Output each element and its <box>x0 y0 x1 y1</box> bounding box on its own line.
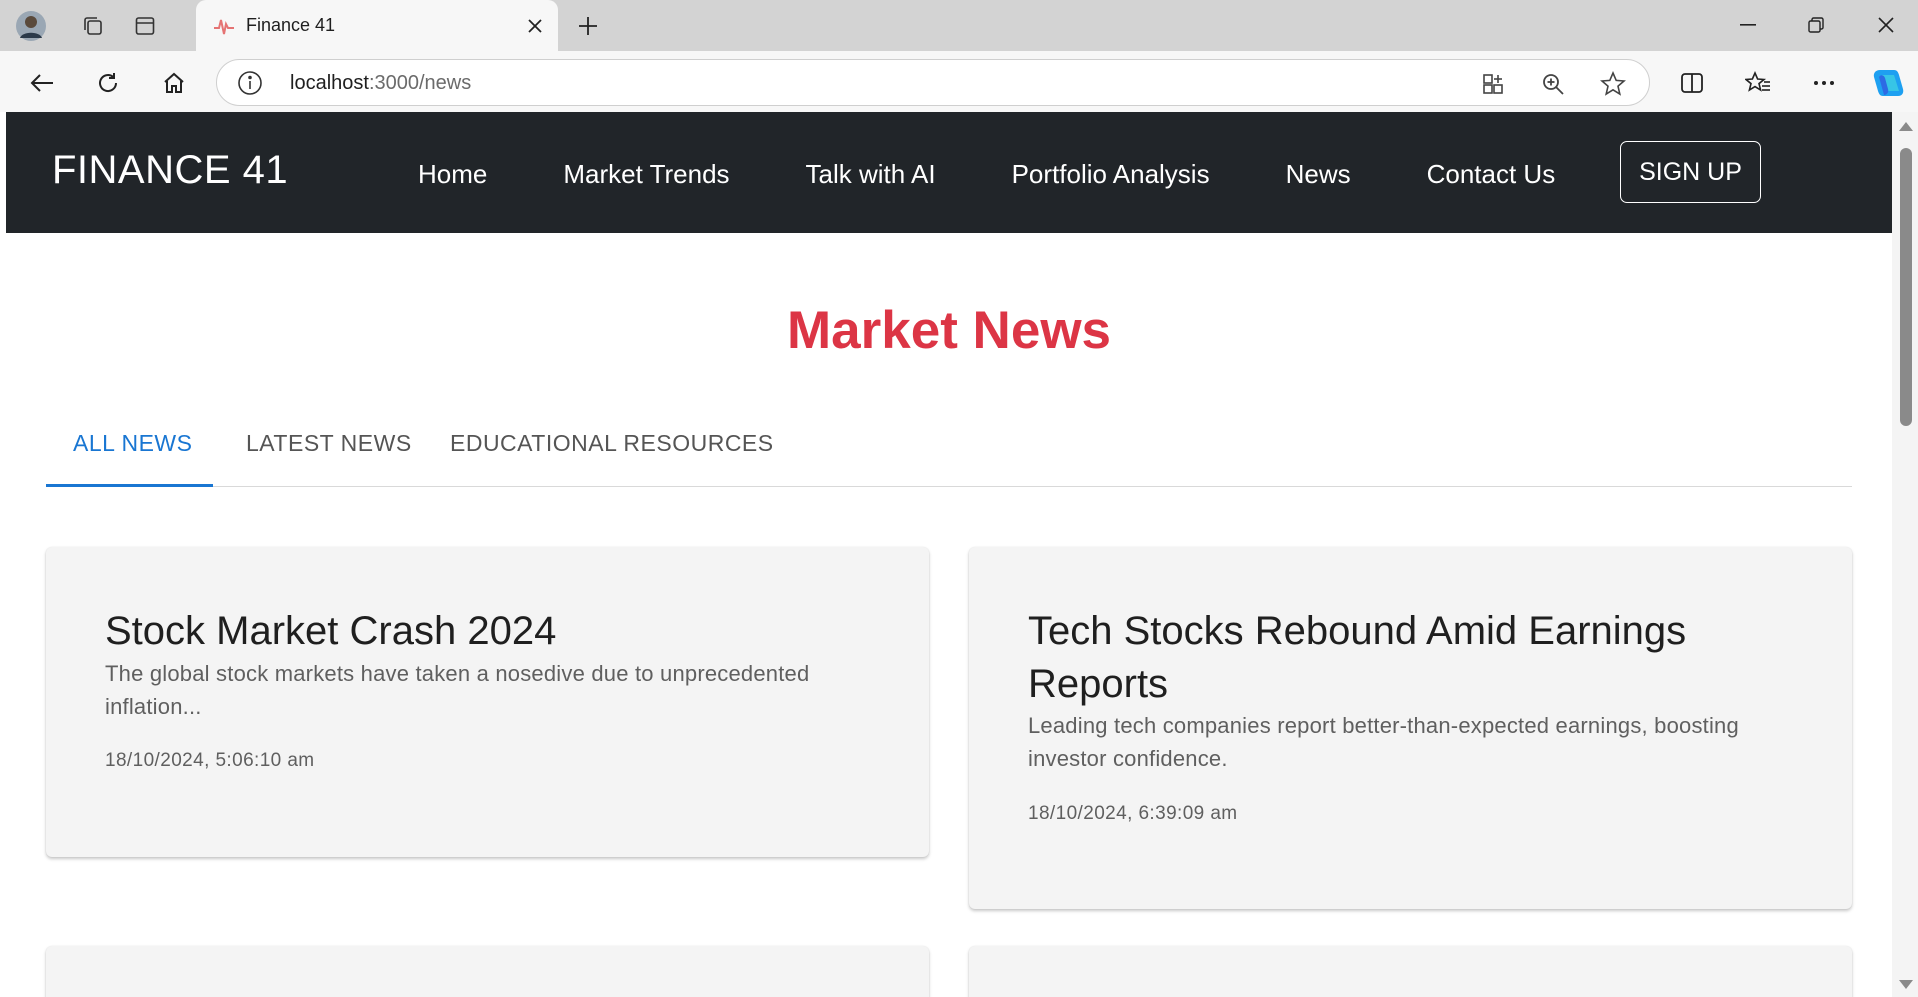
address-bar[interactable]: localhost:3000/news <box>216 59 1650 106</box>
url-host: localhost <box>290 72 369 94</box>
split-screen-icon[interactable] <box>1672 63 1712 103</box>
nav-news[interactable]: News <box>1286 159 1351 190</box>
news-card[interactable]: Stock Market Crash 2024 The global stock… <box>46 547 929 857</box>
tab-actions-icon[interactable] <box>128 9 162 43</box>
news-card-partial[interactable] <box>46 946 929 997</box>
tab-all-news[interactable]: ALL NEWS <box>73 430 192 457</box>
tab-title: Finance 41 <box>246 15 336 35</box>
app-available-icon[interactable] <box>1479 70 1507 98</box>
close-tab-icon[interactable] <box>520 11 550 41</box>
minimize-icon[interactable] <box>1718 6 1778 44</box>
workspaces-icon[interactable] <box>76 9 110 43</box>
finance-favicon-icon <box>212 14 236 38</box>
site-navbar: FINANCE 41 Home Market Trends Talk with … <box>6 112 1892 233</box>
nav-contact-us[interactable]: Contact Us <box>1427 159 1556 190</box>
more-options-icon[interactable] <box>1804 63 1844 103</box>
tab-latest-news[interactable]: LATEST NEWS <box>246 430 412 457</box>
restore-icon[interactable] <box>1786 6 1846 44</box>
browser-tab-bar: Finance 41 <box>0 0 1918 51</box>
news-card-partial[interactable] <box>969 946 1852 997</box>
nav-market-trends[interactable]: Market Trends <box>563 159 729 190</box>
nav-portfolio-analysis[interactable]: Portfolio Analysis <box>1012 159 1210 190</box>
news-tabs: ALL NEWS LATEST NEWS EDUCATIONAL RESOURC… <box>46 410 1852 487</box>
refresh-icon[interactable] <box>88 63 128 103</box>
url-path: :3000/news <box>368 72 472 94</box>
url-text[interactable]: localhost:3000/news <box>290 72 471 95</box>
scrollbar-thumb[interactable] <box>1900 148 1912 426</box>
back-arrow-icon[interactable] <box>22 63 62 103</box>
scroll-up-arrow-icon[interactable] <box>1899 122 1913 131</box>
news-card[interactable]: Tech Stocks Rebound Amid Earnings Report… <box>969 547 1852 909</box>
profile-avatar-icon[interactable] <box>14 9 48 43</box>
news-card-description: The global stock markets have taken a no… <box>105 661 810 719</box>
close-window-icon[interactable] <box>1856 6 1916 44</box>
copilot-icon[interactable] <box>1868 63 1908 103</box>
favorite-star-icon[interactable] <box>1599 70 1627 98</box>
nav-talk-with-ai[interactable]: Talk with AI <box>806 159 936 190</box>
home-icon[interactable] <box>154 63 194 103</box>
news-card-date: 18/10/2024, 6:39:09 am <box>1028 803 1238 824</box>
nav-home[interactable]: Home <box>418 159 487 190</box>
nav-links: Home Market Trends Talk with AI Portfoli… <box>418 159 1555 190</box>
active-tab-indicator <box>46 484 213 487</box>
tab-educational-resources[interactable]: EDUCATIONAL RESOURCES <box>450 430 774 457</box>
scroll-down-arrow-icon[interactable] <box>1899 980 1913 989</box>
favorites-icon[interactable] <box>1738 63 1778 103</box>
sign-up-button[interactable]: SIGN UP <box>1620 141 1761 203</box>
news-card-title: Stock Market Crash 2024 <box>105 609 557 653</box>
page-viewport: FINANCE 41 Home Market Trends Talk with … <box>6 112 1892 997</box>
browser-toolbar: localhost:3000/news <box>0 51 1918 112</box>
brand-logo-text[interactable]: FINANCE 41 <box>52 148 288 193</box>
news-card-date: 18/10/2024, 5:06:10 am <box>105 750 315 771</box>
news-card-description: Leading tech companies report better-tha… <box>1028 713 1739 771</box>
browser-tab-active[interactable]: Finance 41 <box>196 0 558 51</box>
zoom-icon[interactable] <box>1539 70 1567 98</box>
site-info-icon[interactable] <box>237 70 263 96</box>
news-card-title: Tech Stocks Rebound Amid Earnings Report… <box>1028 609 1687 706</box>
page-title: Market News <box>786 301 1112 360</box>
new-tab-icon[interactable] <box>570 9 606 43</box>
page-scrollbar[interactable] <box>1892 112 1918 997</box>
